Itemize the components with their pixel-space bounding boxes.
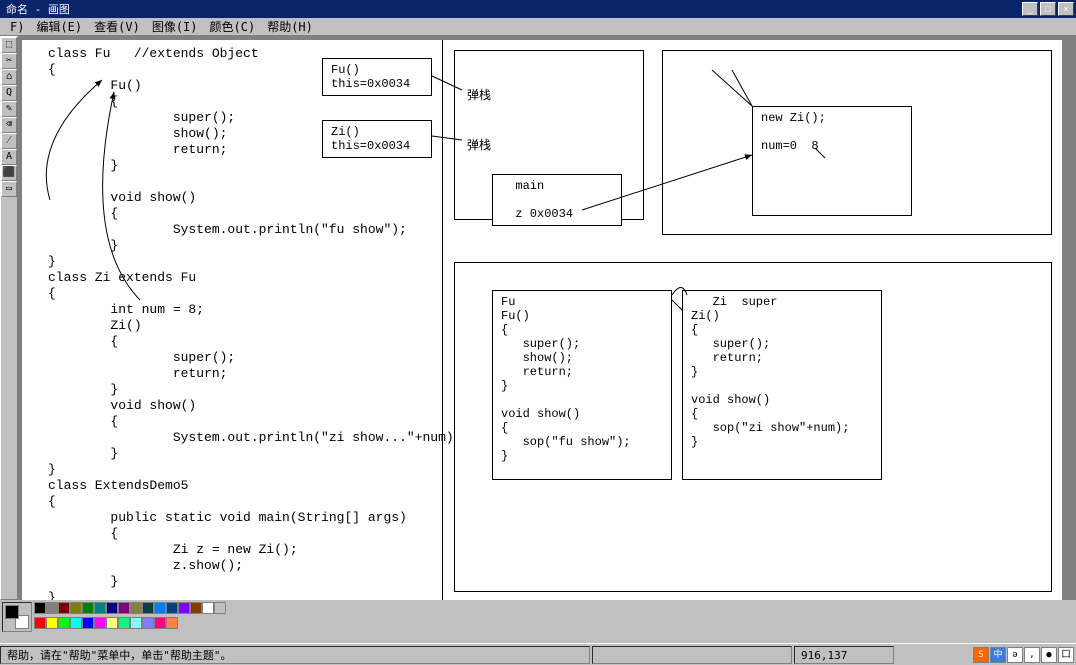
- color-swatch[interactable]: [154, 602, 166, 614]
- menu-colors[interactable]: 颜色(C): [204, 16, 262, 37]
- color-swatch[interactable]: [154, 617, 166, 629]
- color-swatch[interactable]: [130, 617, 142, 629]
- status-coords: 916,137: [794, 646, 894, 664]
- current-colors[interactable]: [2, 602, 32, 632]
- tray-lang-icon[interactable]: 中: [990, 647, 1006, 663]
- main-frame: main z 0x0034: [492, 174, 622, 226]
- tool-brush-icon[interactable]: ⌫: [1, 117, 17, 133]
- toolbox: ⬚ ✂ ⌂ Q ✎ ⌫ ⁄ A ⬛ ▭: [0, 36, 18, 600]
- color-swatch[interactable]: [34, 602, 46, 614]
- window-controls: _ □ ×: [1022, 2, 1074, 16]
- window-title: 命名 - 画图: [2, 1, 70, 17]
- fu-class-box: Fu Fu() { super(); show(); return; } voi…: [492, 290, 672, 480]
- tool-pencil-icon[interactable]: ✎: [1, 101, 17, 117]
- system-tray: S 中 ə , ● 囗: [973, 647, 1074, 663]
- tool-eraser-icon[interactable]: ⌂: [1, 69, 17, 85]
- minimize-button[interactable]: _: [1022, 2, 1038, 16]
- menu-view[interactable]: 查看(V): [88, 16, 146, 37]
- tray-icon-5[interactable]: ●: [1041, 647, 1057, 663]
- status-bar: 帮助，请在"帮助"菜单中，单击"帮助主题"。 916,137 S 中 ə , ●…: [0, 643, 1076, 665]
- tool-select-icon[interactable]: ✂: [1, 53, 17, 69]
- color-swatch[interactable]: [178, 602, 190, 614]
- tray-icon-4[interactable]: ,: [1024, 647, 1040, 663]
- color-swatch[interactable]: [118, 602, 130, 614]
- color-swatch[interactable]: [70, 617, 82, 629]
- heap-object: new Zi(); num=0 8: [752, 106, 912, 216]
- color-swatch[interactable]: [142, 602, 154, 614]
- color-swatch[interactable]: [82, 617, 94, 629]
- color-swatch[interactable]: [46, 617, 58, 629]
- close-button[interactable]: ×: [1058, 2, 1074, 16]
- stack-frame-zi: Zi() this=0x0034: [322, 120, 432, 158]
- menu-image[interactable]: 图像(I): [146, 16, 204, 37]
- color-swatch[interactable]: [166, 602, 178, 614]
- color-swatch[interactable]: [130, 602, 142, 614]
- color-swatch[interactable]: [106, 602, 118, 614]
- color-swatch[interactable]: [214, 602, 226, 614]
- color-swatch[interactable]: [94, 602, 106, 614]
- tool-freeform-select-icon[interactable]: ⬚: [1, 37, 17, 53]
- color-swatch[interactable]: [166, 617, 178, 629]
- tool-rounded-icon[interactable]: ▭: [1, 181, 17, 197]
- color-swatch[interactable]: [58, 617, 70, 629]
- menu-help[interactable]: 帮助(H): [261, 16, 319, 37]
- color-swatch[interactable]: [34, 617, 46, 629]
- color-swatch[interactable]: [142, 617, 154, 629]
- color-swatches: [34, 602, 234, 632]
- zi-class-box: Zi super Zi() { super(); return; } void …: [682, 290, 882, 480]
- color-swatch[interactable]: [106, 617, 118, 629]
- canvas-area: class Fu //extends Object { Fu() { super…: [18, 36, 1076, 600]
- tray-icon-6[interactable]: 囗: [1058, 647, 1074, 663]
- status-dimensions: [592, 646, 792, 664]
- color-swatch[interactable]: [202, 602, 214, 614]
- tool-line-icon[interactable]: ⁄: [1, 133, 17, 149]
- tray-icon-3[interactable]: ə: [1007, 647, 1023, 663]
- color-swatch[interactable]: [118, 617, 130, 629]
- color-palette: [0, 600, 236, 634]
- tool-rect-icon[interactable]: ⬛: [1, 165, 17, 181]
- pop-label-1: 弹栈: [467, 86, 491, 103]
- maximize-button[interactable]: □: [1040, 2, 1056, 16]
- tray-ime-icon[interactable]: S: [973, 647, 989, 663]
- color-swatch[interactable]: [190, 602, 202, 614]
- menu-bar: F) 编辑(E) 查看(V) 图像(I) 颜色(C) 帮助(H): [0, 18, 1076, 36]
- tool-text-icon[interactable]: A: [1, 149, 17, 165]
- pop-label-2: 弹栈: [467, 136, 491, 153]
- canvas[interactable]: class Fu //extends Object { Fu() { super…: [22, 40, 1062, 600]
- stack-frame-fu: Fu() this=0x0034: [322, 58, 432, 96]
- tool-magnify-icon[interactable]: Q: [1, 85, 17, 101]
- fg-color-swatch: [5, 605, 19, 619]
- menu-edit[interactable]: 编辑(E): [30, 16, 88, 37]
- color-swatch[interactable]: [94, 617, 106, 629]
- color-swatch[interactable]: [46, 602, 58, 614]
- status-help-text: 帮助，请在"帮助"菜单中，单击"帮助主题"。: [0, 646, 590, 664]
- menu-file[interactable]: F): [4, 18, 30, 36]
- divider-line: [442, 40, 443, 600]
- color-swatch[interactable]: [82, 602, 94, 614]
- color-swatch[interactable]: [70, 602, 82, 614]
- color-swatch[interactable]: [58, 602, 70, 614]
